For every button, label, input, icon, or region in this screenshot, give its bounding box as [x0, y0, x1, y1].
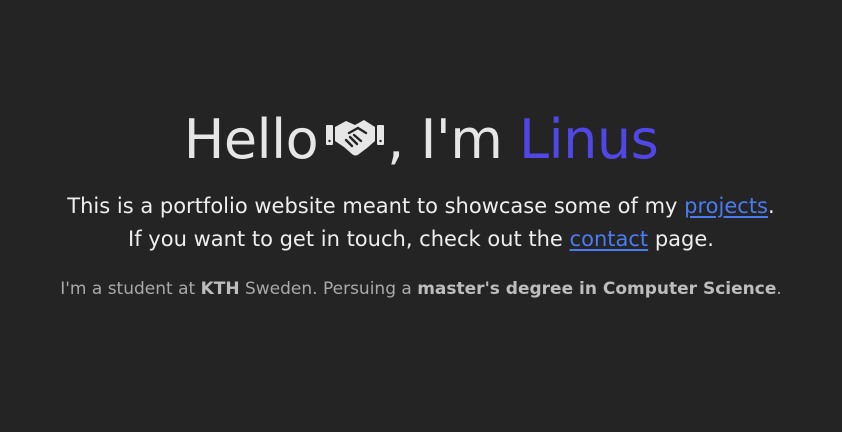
intro-line1-suffix: .: [768, 194, 775, 218]
bio-middle-text: Sweden. Persuing a: [244, 279, 412, 299]
greeting-text: Hello: [183, 108, 319, 171]
bio-suffix-text: .: [776, 279, 782, 299]
page-title: Hello , I'm Linus: [0, 104, 842, 176]
intro-line2-suffix: page.: [654, 227, 714, 251]
contact-link[interactable]: contact: [570, 227, 649, 251]
projects-link[interactable]: projects: [684, 194, 768, 218]
owner-name: Linus: [519, 108, 659, 171]
bio-prefix-text: I'm a student at: [60, 279, 196, 299]
degree-name: master's degree in Computer Science: [417, 279, 777, 299]
name-prefix-text: , I'm: [387, 108, 503, 171]
bio-paragraph: I'm a student at KTH Sweden. Persuing a …: [0, 277, 842, 301]
school-name: KTH: [200, 279, 240, 299]
hero-section: Hello , I'm Linus This is a portfolio we…: [0, 104, 842, 301]
intro-paragraph: This is a portfolio website meant to sho…: [0, 190, 842, 256]
intro-line2-text: If you want to get in touch, check out t…: [128, 227, 563, 251]
page: Hello , I'm Linus This is a portfolio we…: [0, 0, 842, 432]
handshake-icon: [326, 120, 385, 156]
intro-line1-text: This is a portfolio website meant to sho…: [67, 194, 678, 218]
